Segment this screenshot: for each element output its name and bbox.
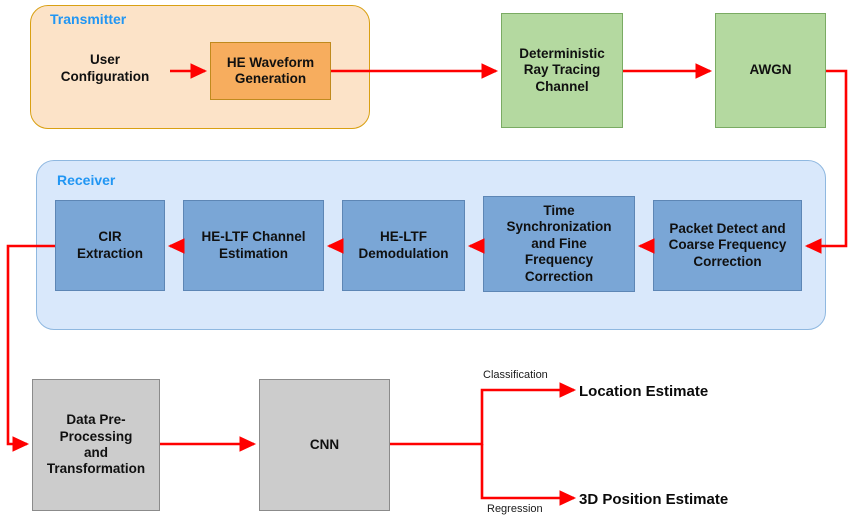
he-waveform-generation-block[interactable]: HE Waveform Generation: [210, 42, 331, 100]
packet-detect-coarse-frequency-correction-block[interactable]: Packet Detect and Coarse Frequency Correct…: [653, 200, 802, 291]
user-configuration-text: User Configuration: [60, 52, 150, 84]
he-ltf-demodulation-block[interactable]: HE-LTF Demodulation: [342, 200, 465, 291]
transmitter-group-label: Transmitter: [50, 11, 127, 27]
regression-edge-label: Regression: [487, 503, 543, 515]
classification-edge-label: Classification: [483, 369, 548, 381]
receiver-group-label: Receiver: [57, 172, 116, 188]
diagram-canvas: Transmitter User Configuration HE Wavefor…: [0, 0, 853, 521]
data-preprocessing-transformation-block[interactable]: Data Pre- Processing and Transformation: [32, 379, 160, 511]
time-synchronization-fine-frequency-correction-block[interactable]: Time Synchronization and Fine Frequency Corr…: [483, 196, 635, 292]
awgn-block[interactable]: AWGN: [715, 13, 826, 128]
location-estimate-output-text: Location Estimate: [579, 383, 709, 400]
he-ltf-channel-estimation-block[interactable]: HE-LTF Channel Estimation: [183, 200, 324, 291]
cnn-block[interactable]: CNN: [259, 379, 390, 511]
wire-cnn-to-location-estimate: [390, 382, 577, 446]
wire-cnn-to-position-estimate: [480, 444, 577, 506]
position-estimate-output-text: 3D Position Estimate: [579, 491, 729, 508]
deterministic-ray-tracing-channel-block[interactable]: Deterministic Ray Tracing Channel: [501, 13, 623, 128]
cir-extraction-block[interactable]: CIR Extraction: [55, 200, 165, 291]
